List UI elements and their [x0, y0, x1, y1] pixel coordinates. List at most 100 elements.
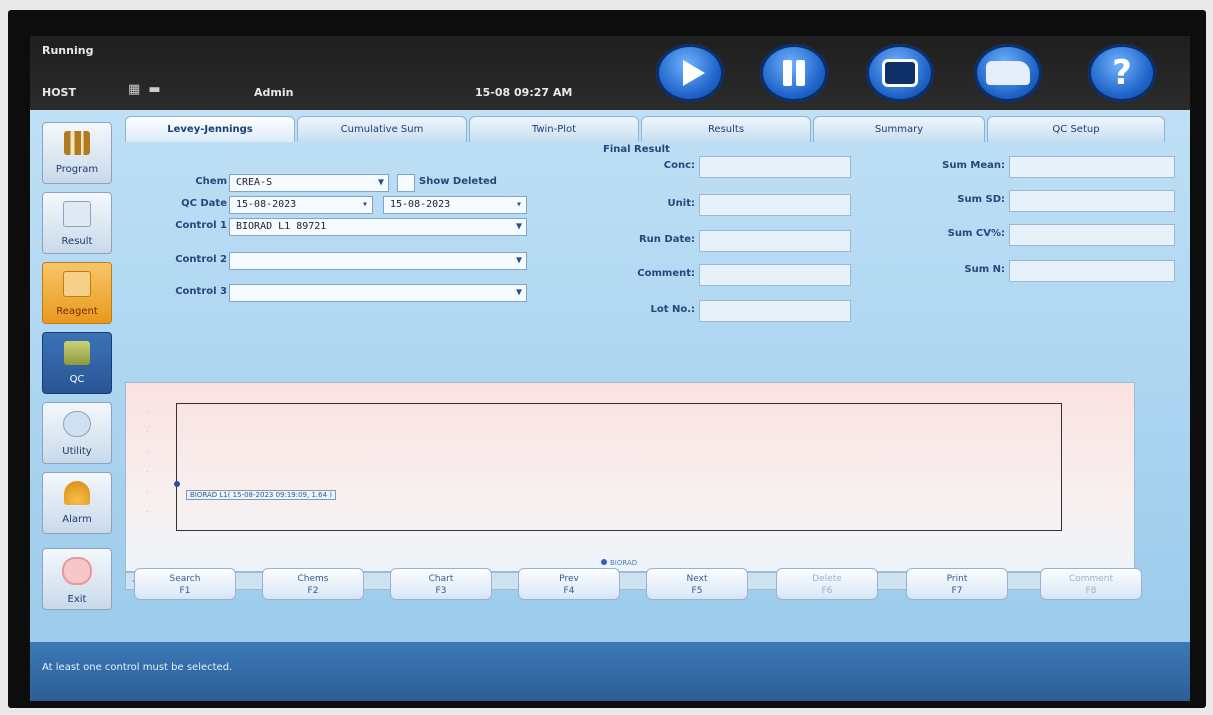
play-icon — [683, 60, 705, 86]
final-result-title: Final Result — [603, 144, 670, 155]
sidebar-item-program[interactable]: Program — [42, 122, 112, 184]
tab-results[interactable]: Results — [641, 116, 811, 142]
datetime: 15-08 09:27 AM — [475, 86, 573, 99]
comment-label: Comment — [1068, 574, 1114, 584]
pause-button[interactable] — [760, 44, 828, 102]
sum-mean-field[interactable] — [1009, 156, 1175, 178]
program-icon — [64, 131, 90, 155]
data-point-label: BIORAD L1( 15-08-2023 09:19:09, 1.64 ) — [186, 490, 337, 500]
print-label: Print — [946, 574, 968, 584]
legend-marker — [601, 559, 607, 565]
sidebar-item-label: Alarm — [62, 514, 92, 525]
sum-sd-field[interactable] — [1009, 190, 1175, 212]
comment-label: Comment: — [637, 268, 695, 279]
chart-button[interactable]: Chart F3 — [390, 568, 492, 600]
prev-button[interactable]: Prev F4 — [518, 568, 620, 600]
plot-area — [176, 403, 1062, 531]
qc-icon — [64, 341, 90, 365]
truck-icon — [986, 61, 1030, 85]
control2-label: Control 2 — [175, 254, 227, 265]
sidebar-item-label: Exit — [67, 594, 87, 605]
chems-button[interactable]: Chems F2 — [262, 568, 364, 600]
date-from-value: 15-08-2023 — [236, 199, 297, 210]
unit-field[interactable] — [699, 194, 851, 216]
chevron-down-icon: ▾ — [361, 199, 368, 210]
f7-key: F7 — [951, 586, 963, 596]
legend-label: BIORAD — [610, 559, 638, 567]
sidebar-item-utility[interactable]: Utility — [42, 402, 112, 464]
sum-cv-field[interactable] — [1009, 224, 1175, 246]
print-button[interactable]: Print F7 — [906, 568, 1008, 600]
lot-no-field[interactable] — [699, 300, 851, 322]
main-panel: Program Result Reagent QC Utility Alarm — [30, 110, 1190, 642]
control1-label: Control 1 — [175, 220, 227, 231]
f4-key: F4 — [563, 586, 575, 596]
run-button[interactable] — [656, 44, 724, 102]
chevron-down-icon: ▼ — [515, 255, 522, 266]
f6-key: F6 — [821, 586, 833, 596]
sum-n-field[interactable] — [1009, 260, 1175, 282]
tab-qc-setup[interactable]: QC Setup — [987, 116, 1165, 142]
stop-button[interactable] — [866, 44, 934, 102]
control1-value: BIORAD L1 89721 — [236, 221, 327, 232]
stop-icon — [885, 62, 915, 84]
run-status: Running — [42, 44, 94, 57]
help-button[interactable]: ? — [1088, 44, 1156, 102]
transport-button[interactable] — [974, 44, 1042, 102]
chart-label: Chart — [428, 574, 454, 584]
conc-field[interactable] — [699, 156, 851, 178]
tab-cumulative-sum[interactable]: Cumulative Sum — [297, 116, 467, 142]
alarm-bell-icon — [64, 481, 90, 505]
comment-field[interactable] — [699, 264, 851, 286]
chart-legend: BIORAD — [601, 559, 637, 567]
control3-select[interactable]: ▼ — [229, 284, 527, 302]
control1-select[interactable]: BIORAD L1 89721 ▼ — [229, 218, 527, 236]
levey-jennings-chart: · · · · · · BIORAD L1( 15-08-2023 09:19:… — [125, 382, 1135, 572]
sidebar-item-label: Utility — [62, 446, 92, 457]
f5-key: F5 — [691, 586, 703, 596]
f8-key: F8 — [1085, 586, 1097, 596]
next-button[interactable]: Next F5 — [646, 568, 748, 600]
sidebar-item-alarm[interactable]: Alarm — [42, 472, 112, 534]
prev-label: Prev — [559, 574, 579, 584]
sum-sd-label: Sum SD: — [957, 194, 1005, 205]
utility-icon — [63, 411, 91, 437]
sidebar-item-reagent[interactable]: Reagent — [42, 262, 112, 324]
conc-label: Conc: — [663, 160, 695, 171]
chems-label: Chems — [297, 574, 329, 584]
sum-cv-label: Sum CV%: — [947, 228, 1005, 239]
chevron-down-icon: ▼ — [515, 287, 522, 298]
chevron-down-icon: ▼ — [515, 221, 522, 232]
show-deleted-label: Show Deleted — [419, 176, 497, 187]
search-button[interactable]: Search F1 — [134, 568, 236, 600]
user-label: Admin — [254, 86, 294, 99]
sidebar-item-label: Result — [61, 236, 93, 247]
tab-twin-plot[interactable]: Twin-Plot — [469, 116, 639, 142]
run-date-field[interactable] — [699, 230, 851, 252]
comment-button[interactable]: Comment F8 — [1040, 568, 1142, 600]
sidebar-item-result[interactable]: Result — [42, 192, 112, 254]
exit-icon — [62, 557, 92, 585]
f3-key: F3 — [435, 586, 447, 596]
sidebar-item-exit[interactable]: Exit — [42, 548, 112, 610]
sidebar-item-label: Reagent — [56, 306, 98, 317]
chem-label: Chem — [195, 176, 227, 187]
f1-key: F1 — [179, 586, 191, 596]
date-to-picker[interactable]: 15-08-2023 ▾ — [383, 196, 527, 214]
data-point[interactable] — [174, 481, 180, 487]
control2-select[interactable]: ▼ — [229, 252, 527, 270]
tab-levey-jennings[interactable]: Levey-Jennings — [125, 116, 295, 142]
sidebar-item-qc[interactable]: QC — [42, 332, 112, 394]
search-label: Search — [169, 574, 201, 584]
qc-date-label: QC Date — [181, 198, 227, 209]
run-date-label: Run Date: — [638, 234, 695, 245]
message-bar: At least one control must be selected. — [30, 642, 1190, 701]
tab-summary[interactable]: Summary — [813, 116, 985, 142]
chem-select[interactable]: CREA-S ▼ — [229, 174, 389, 192]
show-deleted-checkbox[interactable] — [397, 174, 415, 192]
date-from-picker[interactable]: 15-08-2023 ▾ — [229, 196, 373, 214]
sidebar-item-label: Program — [55, 164, 99, 175]
host-label: HOST — [42, 86, 76, 99]
chem-value: CREA-S — [236, 177, 273, 188]
delete-button[interactable]: Delete F6 — [776, 568, 878, 600]
